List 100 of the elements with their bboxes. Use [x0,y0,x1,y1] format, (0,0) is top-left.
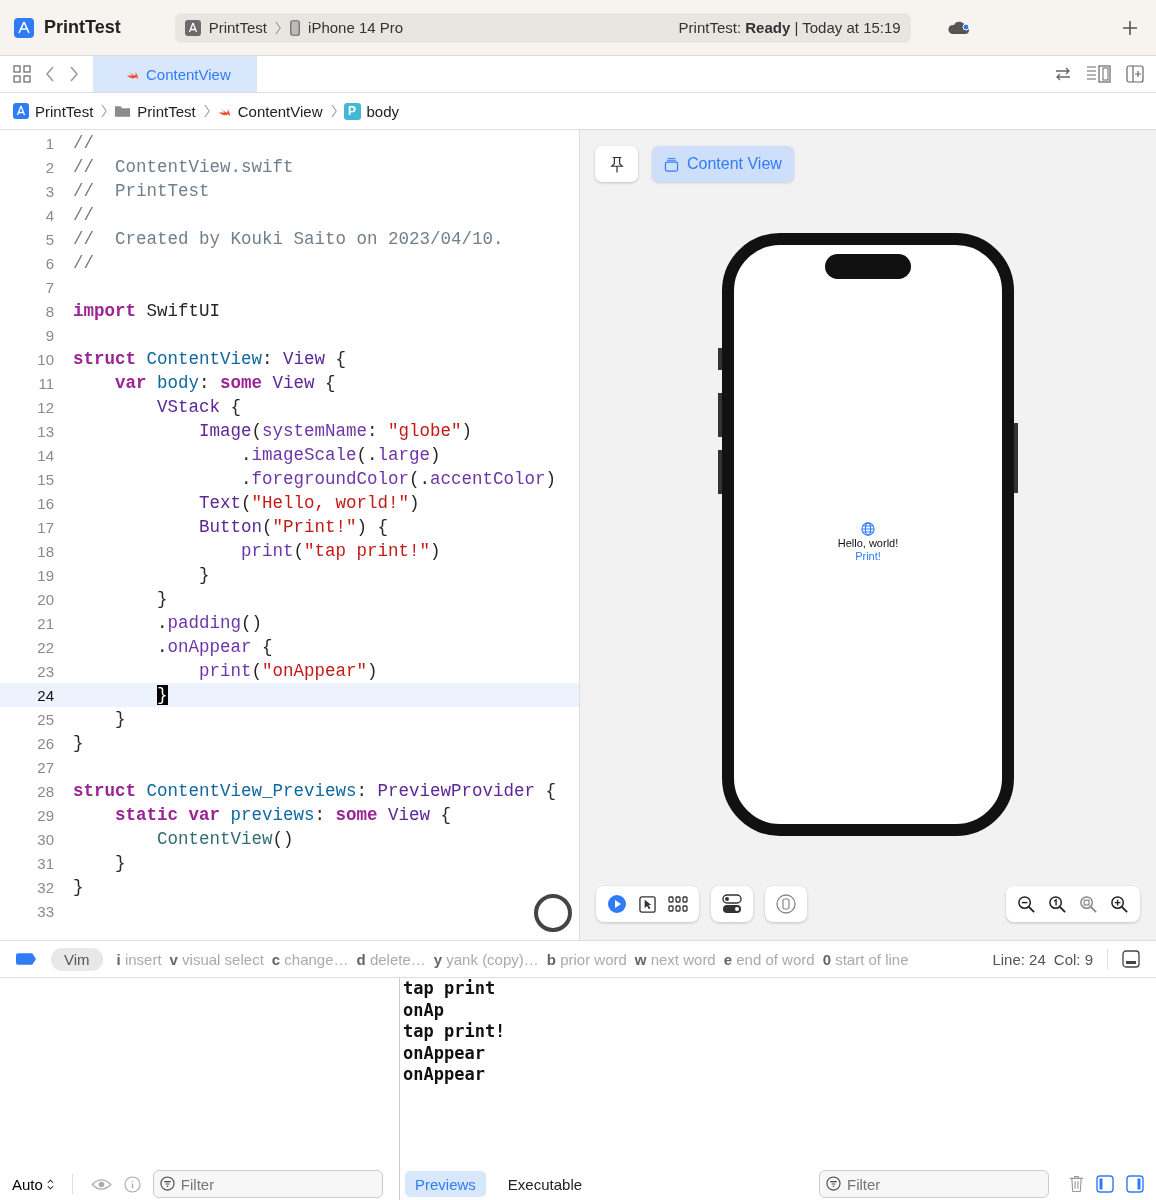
code-line: // Created by Kouki Saito on 2023/04/10. [73,229,504,249]
code-line: } [73,877,84,897]
line-number: 24 [36,686,55,704]
line-number: 27 [36,758,55,776]
variants-button[interactable] [711,886,753,922]
code-line: .imageScale(.large) [240,445,441,465]
back-icon[interactable] [45,65,55,83]
pin-button[interactable] [595,146,638,182]
breadcrumb-item[interactable]: ContentView [237,102,323,120]
line-number: 22 [36,638,55,656]
line-number: 8 [44,302,55,320]
variables-filter-field[interactable]: Filter [152,1170,383,1198]
right-panel-icon[interactable] [1126,1175,1144,1193]
line-number: 30 [36,830,55,848]
line-number: 5 [44,230,55,248]
scheme-icon [184,19,201,36]
line-number: 16 [36,494,55,512]
left-panel-icon[interactable] [1096,1175,1114,1193]
line-number: 21 [36,614,55,632]
code-line: ContentView() [156,829,294,849]
project-title: PrintTest [44,17,121,38]
device-settings-button[interactable] [765,886,807,922]
device-icon [776,894,796,914]
toggle-switches-icon [722,894,742,914]
zoom-in-icon[interactable] [1110,894,1129,914]
print-link[interactable]: Print! [855,549,881,562]
tag-icon[interactable] [16,953,37,965]
console-line: onAppear [403,1042,486,1064]
code-line: import SwiftUI [73,301,221,321]
auto-selector[interactable]: Auto [12,1175,54,1193]
code-line: } [73,733,84,753]
app-icon [13,103,29,119]
hello-text: Hello, world! [837,536,899,549]
device-selector[interactable]: iPhone 14 Pro [308,19,404,36]
line-number: 19 [36,566,55,584]
play-icon[interactable] [607,894,627,914]
breadcrumb-item[interactable]: PrintTest [35,102,94,120]
code-line: // [73,253,94,273]
code-line: // ContentView.swift [73,157,294,177]
console-filter-field[interactable]: Filter [819,1170,1049,1198]
inspector-icon[interactable] [1086,65,1112,83]
add-editor-icon[interactable] [1126,65,1144,83]
line-number: 25 [36,710,55,728]
code-line: var body: some View { [114,373,336,393]
line-number: 9 [44,326,55,344]
vim-hint: y yank (copy)… [433,950,539,968]
code-line: print("onAppear") [198,661,378,681]
line-number: 12 [36,398,55,416]
console-line: onAp [403,999,445,1021]
column-position: Col: 9 [1053,950,1093,968]
trash-icon[interactable] [1069,1175,1084,1193]
zoom-out-icon[interactable] [1017,894,1036,914]
code-line: // [73,205,94,225]
grid-icon[interactable] [668,896,688,912]
add-icon[interactable] [1122,19,1138,36]
cloud-icon[interactable] [946,19,971,36]
line-number: 28 [36,782,55,800]
chevron-icon [330,103,338,119]
code-line: // [73,133,94,153]
line-number: 1 [44,134,55,152]
console-tab[interactable]: Executable [497,1171,593,1197]
pin-icon [609,154,624,174]
vim-hint: e end of word [723,950,815,968]
line-number: 3 [44,182,55,200]
chevron-icon [101,103,109,119]
zoom-actual-icon[interactable] [1048,894,1067,914]
chevron-icon [203,103,211,119]
line-number: 33 [36,902,55,920]
breadcrumb-item[interactable]: PrintTest [137,102,196,120]
breadcrumb-item[interactable]: body [366,102,400,120]
console-line: tap print! [403,1021,507,1043]
code-line: } [198,565,210,585]
vim-hint: d delete… [356,950,426,968]
line-number: 14 [36,446,55,464]
vim-hint: w next word [634,950,716,968]
eye-icon[interactable] [90,1177,112,1191]
scheme-selector[interactable]: PrintTest [208,19,268,36]
code-line: .padding() [156,613,263,633]
line-number: 7 [44,278,55,296]
line-number: 6 [44,254,55,272]
select-pointer-icon[interactable] [639,895,656,913]
forward-icon[interactable] [69,65,79,83]
zoom-fit-icon[interactable] [1079,894,1098,914]
code-line: struct ContentView: View { [73,349,347,369]
info-icon[interactable] [123,1175,141,1193]
vim-mode-badge: Vim [51,947,103,971]
panel-toggle-icon[interactable] [1122,950,1140,968]
line-number: 23 [36,662,55,680]
line-number: 18 [36,542,55,560]
code-line: Text("Hello, world!") [198,493,420,513]
code-line: } [114,853,126,873]
line-number: 31 [36,854,55,872]
code-line: } [156,589,168,609]
line-position: Line: 24 [992,950,1046,968]
line-number: 4 [44,206,55,224]
filter-icon [826,1176,841,1191]
swap-arrows-icon[interactable] [1054,66,1072,82]
line-number: 17 [36,518,55,536]
vim-hint: 0 start of line [822,950,909,968]
app-icon [14,17,34,38]
